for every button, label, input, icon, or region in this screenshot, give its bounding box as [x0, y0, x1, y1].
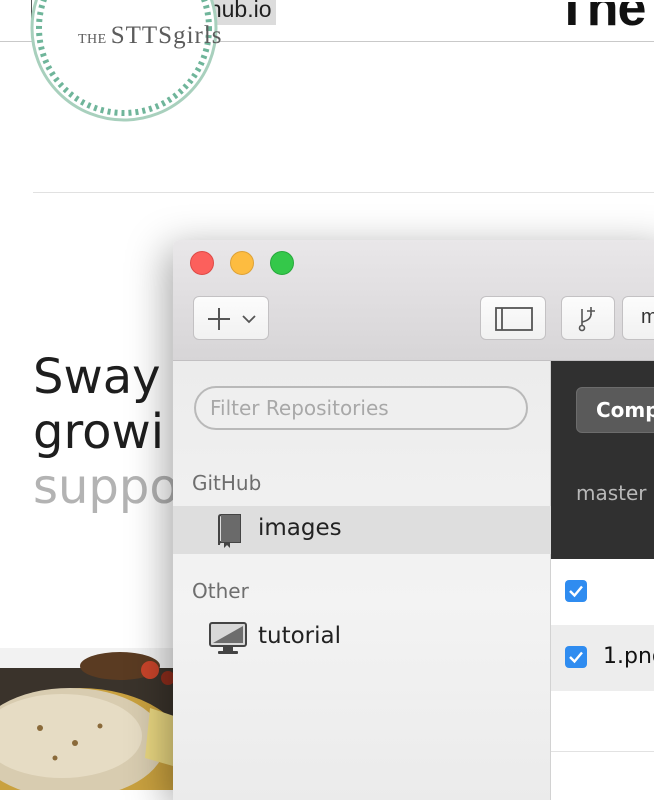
- logo-name: STTSgirls: [110, 22, 223, 49]
- hero-line-1: Sway: [33, 350, 161, 405]
- branch-header: Comp master: [551, 361, 654, 559]
- section-label-other: Other: [192, 579, 249, 603]
- repository-main-pane: Comp master 1.png: [551, 361, 654, 800]
- changed-file-row[interactable]: 1.png: [551, 625, 654, 691]
- logo-badge-icon: [30, 0, 218, 122]
- header-title-text: The: [556, 2, 646, 37]
- select-all-checkbox[interactable]: [565, 580, 587, 602]
- toggle-sidebar-button[interactable]: [480, 296, 546, 340]
- changes-select-all-row: [551, 559, 654, 625]
- window-toolbar: m: [173, 240, 654, 361]
- repo-book-icon: [218, 514, 241, 548]
- page-divider: [33, 192, 654, 193]
- chevron-down-icon: [242, 315, 256, 324]
- create-branch-button[interactable]: [561, 296, 615, 340]
- new-branch-icon: [578, 307, 595, 332]
- toolbar-menu-button[interactable]: m: [622, 296, 654, 340]
- checkmark-icon: [569, 585, 583, 598]
- food-image-icon: [0, 648, 180, 790]
- logo-wordmark: THE STTSgirls: [78, 22, 223, 50]
- repositories-sidebar: GitHub images Other tutorial: [173, 361, 551, 800]
- compare-label: Comp: [596, 398, 654, 422]
- add-repository-button[interactable]: [193, 296, 269, 340]
- sidebar-toggle-icon: [495, 307, 533, 331]
- maximize-window-button[interactable]: [270, 251, 294, 275]
- site-logo[interactable]: THE STTSgirls: [30, 0, 222, 122]
- changes-divider: [551, 751, 654, 752]
- hero-text: Sway growi suppo: [33, 350, 183, 560]
- computer-icon: [209, 622, 247, 654]
- hero-line-2: growi: [33, 404, 165, 460]
- file-include-checkbox[interactable]: [565, 646, 587, 668]
- filter-repositories-input[interactable]: [210, 396, 510, 420]
- changed-file-name: 1.png: [603, 644, 654, 669]
- minimize-window-button[interactable]: [230, 251, 254, 275]
- compare-button[interactable]: Comp: [576, 387, 654, 433]
- tortilla-photo: [0, 648, 180, 790]
- repo-label: tutorial: [258, 623, 342, 649]
- site-header-title: The: [556, 2, 654, 56]
- plus-icon: [208, 308, 230, 330]
- toolbar-menu-label: m: [641, 306, 654, 328]
- section-label-github: GitHub: [192, 471, 262, 495]
- logo-the: THE: [78, 32, 107, 47]
- repo-label: images: [258, 515, 342, 541]
- close-window-button[interactable]: [190, 251, 214, 275]
- checkmark-icon: [569, 651, 583, 664]
- github-desktop-window: m GitHub images Other tutorial: [173, 240, 654, 800]
- repo-item-images[interactable]: images: [173, 506, 551, 554]
- filter-repositories-field[interactable]: [194, 386, 528, 430]
- repo-item-tutorial[interactable]: tutorial: [173, 614, 551, 662]
- current-branch-label: master: [576, 481, 647, 505]
- hero-line-3: suppo: [33, 459, 179, 515]
